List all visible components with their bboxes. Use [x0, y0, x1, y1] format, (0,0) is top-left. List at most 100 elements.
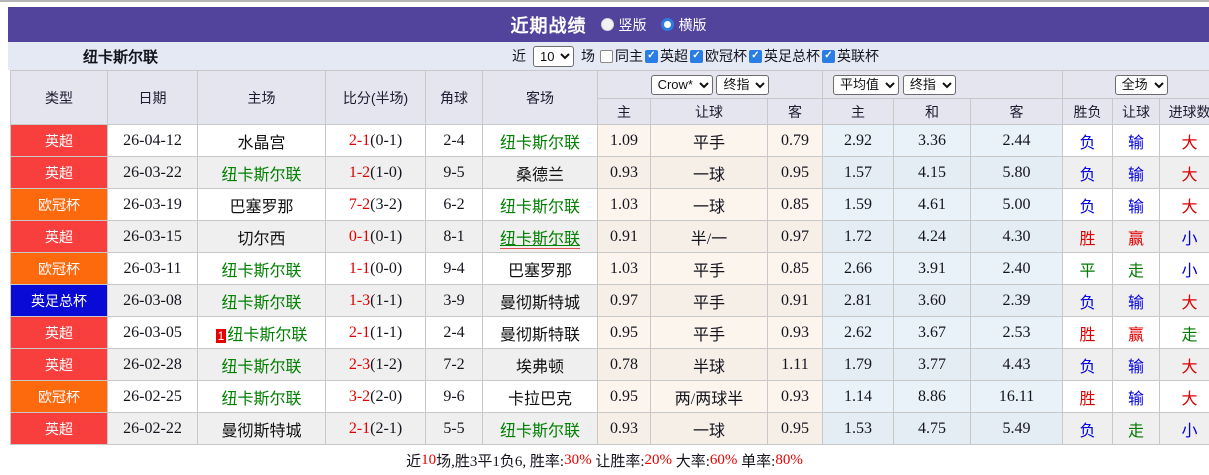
home-team-name[interactable]: 水晶宫 [237, 135, 285, 152]
corners-cell: 2-4 [426, 125, 483, 157]
filter-label: 欧冠杯 [705, 46, 747, 66]
avg-draw-cell: 4.15 [894, 157, 971, 189]
away-team-name[interactable]: 桑德兰 [516, 167, 564, 184]
radio-icon[interactable] [601, 18, 614, 31]
summary-value: 10 [421, 452, 436, 469]
away-team-cell: 卡拉巴克 [483, 381, 598, 413]
full-time-score: 2-1 [349, 420, 370, 437]
filter-checkbox-item[interactable]: 英足总杯 [749, 46, 820, 66]
odds-time-select[interactable]: 终指 [716, 75, 769, 95]
scope-select[interactable]: 全场 [1115, 75, 1168, 95]
away-team-name[interactable]: 纽卡斯尔联 [500, 423, 580, 440]
home-team-name[interactable]: 巴塞罗那 [229, 199, 293, 216]
away-team-name[interactable]: 曼彻斯特城 [500, 295, 580, 312]
avg-draw-cell: 4.24 [894, 221, 971, 253]
match-row: 英足总杯 26-03-08 纽卡斯尔联 1-3(1-1) 3-9 曼彻斯特城 0… [11, 285, 1209, 317]
goals-result-cell: 大 [1160, 125, 1209, 157]
handicap-line-cell: 一球 [651, 413, 768, 445]
handicap-result-cell: 输 [1113, 381, 1160, 413]
home-team-name[interactable]: 纽卡斯尔联 [221, 391, 301, 408]
away-team-cell: 曼彻斯特城 [483, 285, 598, 317]
sub-header-avg-home: 主 [823, 99, 894, 125]
avg-home-cell: 1.79 [823, 349, 894, 381]
filter-checkbox-item[interactable]: 欧冠杯 [690, 46, 747, 66]
goals-result-cell: 大 [1160, 189, 1209, 221]
sub-header-handicap-result: 让球 [1113, 99, 1160, 125]
layout-radio-horizontal[interactable]: 横版 [661, 15, 707, 35]
league-cell: 英超 [11, 125, 108, 157]
winloss-result-cell: 胜 [1063, 221, 1113, 253]
avg-away-cell: 2.40 [971, 253, 1063, 285]
filter-checkbox-item[interactable]: 同主 [600, 46, 643, 66]
checkbox-checked-icon[interactable] [749, 50, 762, 63]
winloss-result-cell: 负 [1063, 157, 1113, 189]
half-time-score: (2-1) [370, 420, 402, 437]
avg-home-cell: 2.62 [823, 317, 894, 349]
summary-value: 80% [775, 452, 803, 469]
filter-checkbox-item[interactable]: 英联杯 [822, 46, 879, 66]
goals-result-cell: 大 [1160, 285, 1209, 317]
away-team-name[interactable]: 纽卡斯尔联 [500, 199, 580, 216]
col-header-home: 主场 [198, 71, 326, 125]
winloss-result: 负 [1080, 423, 1096, 440]
league-cell: 欧冠杯 [11, 189, 108, 221]
winloss-result-cell: 胜 [1063, 381, 1113, 413]
away-team-name[interactable]: 曼彻斯特联 [500, 327, 580, 344]
radio-icon[interactable] [661, 18, 674, 31]
half-time-score: (0-1) [370, 228, 402, 245]
date-cell: 26-04-12 [108, 125, 198, 157]
avg-time-select[interactable]: 终指 [903, 75, 956, 95]
winloss-result-cell: 负 [1063, 189, 1113, 221]
home-team-name[interactable]: 纽卡斯尔联 [221, 167, 301, 184]
handicap-result: 输 [1128, 199, 1144, 216]
home-team-name[interactable]: 纽卡斯尔联 [227, 327, 307, 344]
home-team-cell: 曼彻斯特城 [198, 413, 326, 445]
full-time-score: 7-2 [349, 196, 370, 213]
home-team-name[interactable]: 纽卡斯尔联 [221, 359, 301, 376]
away-team-cell: 巴塞罗那 [483, 253, 598, 285]
recent-count-select[interactable]: 10 [533, 46, 574, 67]
avg-home-cell: 1.72 [823, 221, 894, 253]
layout-radio-vertical[interactable]: 竖版 [601, 15, 647, 35]
league-cell: 英足总杯 [11, 285, 108, 317]
goals-result-cell: 大 [1160, 157, 1209, 189]
checkbox-checked-icon[interactable] [690, 50, 703, 63]
odds-away-cell: 0.93 [768, 317, 823, 349]
filter-checkbox-item[interactable]: 英超 [645, 46, 688, 66]
match-row: 欧冠杯 26-03-19 巴塞罗那 7-2(3-2) 6-2 纽卡斯尔联 1.0… [11, 189, 1209, 221]
home-team-name[interactable]: 切尔西 [237, 231, 285, 248]
filter-group: 近 10 场 同主英超欧冠杯英足总杯英联杯 [512, 46, 879, 67]
away-team-name[interactable]: 巴塞罗那 [508, 263, 572, 280]
handicap-result-cell: 输 [1113, 157, 1160, 189]
avg-draw-cell: 3.67 [894, 317, 971, 349]
red-card-badge: 1 [216, 329, 227, 343]
handicap-result: 输 [1128, 135, 1144, 152]
match-row: 英超 26-03-05 1纽卡斯尔联 2-1(1-1) 2-4 曼彻斯特联 0.… [11, 317, 1209, 349]
home-team-cell: 纽卡斯尔联 [198, 285, 326, 317]
away-team-name[interactable]: 卡拉巴克 [508, 391, 572, 408]
goals-result: 大 [1182, 391, 1198, 408]
date-cell: 26-02-22 [108, 413, 198, 445]
avg-type-select[interactable]: 平均值 [833, 75, 899, 95]
corners-cell: 8-1 [426, 221, 483, 253]
odds-company-select[interactable]: Crow* [651, 75, 713, 95]
league-cell: 欧冠杯 [11, 253, 108, 285]
handicap-result-cell: 赢 [1113, 221, 1160, 253]
home-team-name[interactable]: 曼彻斯特城 [221, 423, 301, 440]
home-team-name[interactable]: 纽卡斯尔联 [221, 263, 301, 280]
date-cell: 26-03-15 [108, 221, 198, 253]
checkbox-checked-icon[interactable] [822, 50, 835, 63]
half-time-score: (1-1) [370, 292, 402, 309]
away-team-name[interactable]: 埃弗顿 [516, 359, 564, 376]
odds-home-cell: 0.95 [598, 317, 651, 349]
away-team-name[interactable]: 纽卡斯尔联 [500, 135, 580, 152]
toolbar: 纽卡斯尔联 近 10 场 同主英超欧冠杯英足总杯英联杯 [8, 42, 1209, 70]
score-cell: 3-2(2-0) [326, 381, 426, 413]
league-cell: 欧冠杯 [11, 381, 108, 413]
match-row: 欧冠杯 26-02-25 纽卡斯尔联 3-2(2-0) 9-6 卡拉巴克 0.9… [11, 381, 1209, 413]
home-team-name[interactable]: 纽卡斯尔联 [221, 295, 301, 312]
half-time-score: (1-2) [370, 356, 402, 373]
away-team-name[interactable]: 纽卡斯尔联 [500, 231, 580, 249]
checkbox-unchecked-icon[interactable] [600, 50, 613, 63]
checkbox-checked-icon[interactable] [645, 50, 658, 63]
